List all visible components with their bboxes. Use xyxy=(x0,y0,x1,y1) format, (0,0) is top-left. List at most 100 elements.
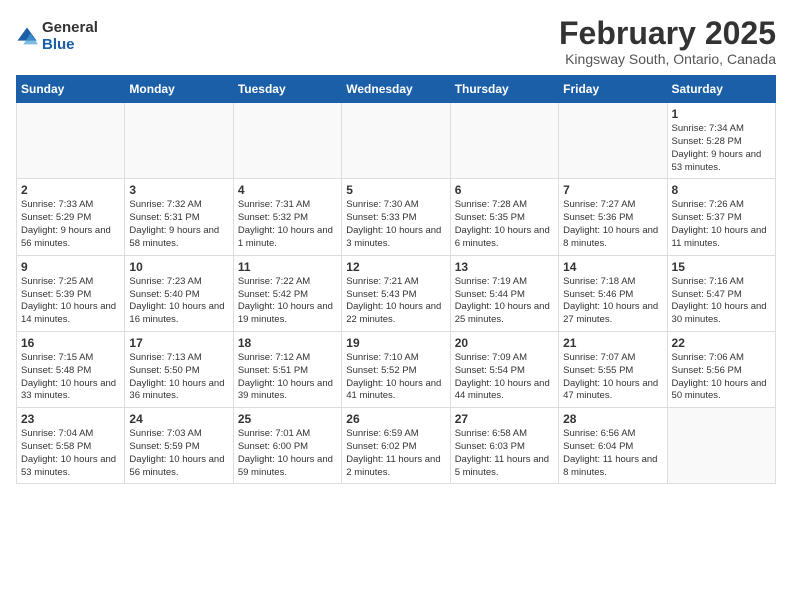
table-row: 24 Sunrise: 7:03 AM Sunset: 5:59 PM Dayli… xyxy=(125,408,233,484)
day-info: Sunrise: 7:21 AM Sunset: 5:43 PM Dayligh… xyxy=(346,276,445,327)
col-wednesday: Wednesday xyxy=(342,76,450,103)
day-number: 19 xyxy=(346,336,445,350)
col-friday: Friday xyxy=(559,76,667,103)
day-info: Sunrise: 7:22 AM Sunset: 5:42 PM Dayligh… xyxy=(238,276,337,327)
table-row: 16 Sunrise: 7:15 AM Sunset: 5:48 PM Dayli… xyxy=(17,331,125,407)
table-row xyxy=(667,408,775,484)
day-number: 6 xyxy=(455,183,554,197)
calendar-week-2: 2 Sunrise: 7:33 AM Sunset: 5:29 PM Daylig… xyxy=(17,179,776,255)
day-info: Sunrise: 7:25 AM Sunset: 5:39 PM Dayligh… xyxy=(21,276,120,327)
page-header: General Blue February 2025 Kingsway Sout… xyxy=(16,16,776,67)
day-number: 14 xyxy=(563,260,662,274)
calendar-week-1: 1 Sunrise: 7:34 AM Sunset: 5:28 PM Daylig… xyxy=(17,103,776,179)
day-info: Sunrise: 7:34 AM Sunset: 5:28 PM Dayligh… xyxy=(672,123,771,174)
day-number: 1 xyxy=(672,107,771,121)
col-monday: Monday xyxy=(125,76,233,103)
day-number: 26 xyxy=(346,412,445,426)
day-number: 27 xyxy=(455,412,554,426)
day-number: 28 xyxy=(563,412,662,426)
col-sunday: Sunday xyxy=(17,76,125,103)
table-row xyxy=(450,103,558,179)
day-info: Sunrise: 7:07 AM Sunset: 5:55 PM Dayligh… xyxy=(563,352,662,403)
table-row: 11 Sunrise: 7:22 AM Sunset: 5:42 PM Dayli… xyxy=(233,255,341,331)
day-number: 13 xyxy=(455,260,554,274)
day-number: 2 xyxy=(21,183,120,197)
day-info: Sunrise: 7:33 AM Sunset: 5:29 PM Dayligh… xyxy=(21,199,120,250)
table-row: 6 Sunrise: 7:28 AM Sunset: 5:35 PM Daylig… xyxy=(450,179,558,255)
day-number: 11 xyxy=(238,260,337,274)
day-number: 16 xyxy=(21,336,120,350)
logo-general-text: General xyxy=(42,20,98,37)
table-row xyxy=(559,103,667,179)
day-info: Sunrise: 7:27 AM Sunset: 5:36 PM Dayligh… xyxy=(563,199,662,250)
day-info: Sunrise: 7:28 AM Sunset: 5:35 PM Dayligh… xyxy=(455,199,554,250)
day-info: Sunrise: 7:09 AM Sunset: 5:54 PM Dayligh… xyxy=(455,352,554,403)
table-row: 9 Sunrise: 7:25 AM Sunset: 5:39 PM Daylig… xyxy=(17,255,125,331)
table-row: 3Sunrise: 7:32 AM Sunset: 5:31 PM Daylig… xyxy=(125,179,233,255)
day-info: Sunrise: 7:26 AM Sunset: 5:37 PM Dayligh… xyxy=(672,199,771,250)
calendar-week-4: 16 Sunrise: 7:15 AM Sunset: 5:48 PM Dayli… xyxy=(17,331,776,407)
col-saturday: Saturday xyxy=(667,76,775,103)
day-number: 23 xyxy=(21,412,120,426)
day-info: Sunrise: 7:01 AM Sunset: 6:00 PM Dayligh… xyxy=(238,428,337,479)
table-row: 14 Sunrise: 7:18 AM Sunset: 5:46 PM Dayli… xyxy=(559,255,667,331)
day-info: Sunrise: 7:15 AM Sunset: 5:48 PM Dayligh… xyxy=(21,352,120,403)
col-thursday: Thursday xyxy=(450,76,558,103)
month-title: February 2025 xyxy=(559,16,776,51)
col-tuesday: Tuesday xyxy=(233,76,341,103)
day-number: 15 xyxy=(672,260,771,274)
day-number: 18 xyxy=(238,336,337,350)
day-info: Sunrise: 7:13 AM Sunset: 5:50 PM Dayligh… xyxy=(129,352,228,403)
day-number: 4 xyxy=(238,183,337,197)
table-row: 13 Sunrise: 7:19 AM Sunset: 5:44 PM Dayli… xyxy=(450,255,558,331)
logo-icon xyxy=(16,26,38,48)
table-row xyxy=(233,103,341,179)
day-info: Sunrise: 7:23 AM Sunset: 5:40 PM Dayligh… xyxy=(129,276,228,327)
day-number: 24 xyxy=(129,412,228,426)
day-number: 9 xyxy=(21,260,120,274)
day-number: 17 xyxy=(129,336,228,350)
day-number: 22 xyxy=(672,336,771,350)
table-row: 17 Sunrise: 7:13 AM Sunset: 5:50 PM Dayli… xyxy=(125,331,233,407)
day-info: Sunrise: 7:31 AM Sunset: 5:32 PM Dayligh… xyxy=(238,199,337,250)
day-number: 21 xyxy=(563,336,662,350)
table-row: 7Sunrise: 7:27 AM Sunset: 5:36 PM Daylig… xyxy=(559,179,667,255)
day-info: Sunrise: 7:19 AM Sunset: 5:44 PM Dayligh… xyxy=(455,276,554,327)
calendar-table: Sunday Monday Tuesday Wednesday Thursday… xyxy=(16,75,776,484)
day-number: 10 xyxy=(129,260,228,274)
location-title: Kingsway South, Ontario, Canada xyxy=(559,51,776,67)
table-row: 25 Sunrise: 7:01 AM Sunset: 6:00 PM Dayli… xyxy=(233,408,341,484)
table-row: 26 Sunrise: 6:59 AM Sunset: 6:02 PM Dayli… xyxy=(342,408,450,484)
table-row xyxy=(125,103,233,179)
day-info: Sunrise: 7:12 AM Sunset: 5:51 PM Dayligh… xyxy=(238,352,337,403)
day-info: Sunrise: 7:30 AM Sunset: 5:33 PM Dayligh… xyxy=(346,199,445,250)
table-row: 12 Sunrise: 7:21 AM Sunset: 5:43 PM Dayli… xyxy=(342,255,450,331)
table-row: 4 Sunrise: 7:31 AM Sunset: 5:32 PM Daylig… xyxy=(233,179,341,255)
table-row: 21 Sunrise: 7:07 AM Sunset: 5:55 PM Dayli… xyxy=(559,331,667,407)
day-info: Sunrise: 7:10 AM Sunset: 5:52 PM Dayligh… xyxy=(346,352,445,403)
table-row: 10 Sunrise: 7:23 AM Sunset: 5:40 PM Dayli… xyxy=(125,255,233,331)
day-number: 3 xyxy=(129,183,228,197)
table-row: 20 Sunrise: 7:09 AM Sunset: 5:54 PM Dayli… xyxy=(450,331,558,407)
table-row: 15 Sunrise: 7:16 AM Sunset: 5:47 PM Dayli… xyxy=(667,255,775,331)
day-info: Sunrise: 7:16 AM Sunset: 5:47 PM Dayligh… xyxy=(672,276,771,327)
table-row: 2 Sunrise: 7:33 AM Sunset: 5:29 PM Daylig… xyxy=(17,179,125,255)
title-area: February 2025 Kingsway South, Ontario, C… xyxy=(559,16,776,67)
logo: General Blue xyxy=(16,20,98,53)
day-info: Sunrise: 6:59 AM Sunset: 6:02 PM Dayligh… xyxy=(346,428,445,479)
table-row: 22 Sunrise: 7:06 AM Sunset: 5:56 PM Dayli… xyxy=(667,331,775,407)
day-info: Sunrise: 7:06 AM Sunset: 5:56 PM Dayligh… xyxy=(672,352,771,403)
day-number: 25 xyxy=(238,412,337,426)
table-row: 5Sunrise: 7:30 AM Sunset: 5:33 PM Daylig… xyxy=(342,179,450,255)
day-number: 20 xyxy=(455,336,554,350)
calendar-header-row: Sunday Monday Tuesday Wednesday Thursday… xyxy=(17,76,776,103)
day-number: 12 xyxy=(346,260,445,274)
day-info: Sunrise: 7:04 AM Sunset: 5:58 PM Dayligh… xyxy=(21,428,120,479)
day-info: Sunrise: 7:03 AM Sunset: 5:59 PM Dayligh… xyxy=(129,428,228,479)
day-info: Sunrise: 6:58 AM Sunset: 6:03 PM Dayligh… xyxy=(455,428,554,479)
day-number: 8 xyxy=(672,183,771,197)
table-row: 23 Sunrise: 7:04 AM Sunset: 5:58 PM Dayli… xyxy=(17,408,125,484)
day-info: Sunrise: 6:56 AM Sunset: 6:04 PM Dayligh… xyxy=(563,428,662,479)
calendar-week-5: 23 Sunrise: 7:04 AM Sunset: 5:58 PM Dayli… xyxy=(17,408,776,484)
day-info: Sunrise: 7:18 AM Sunset: 5:46 PM Dayligh… xyxy=(563,276,662,327)
